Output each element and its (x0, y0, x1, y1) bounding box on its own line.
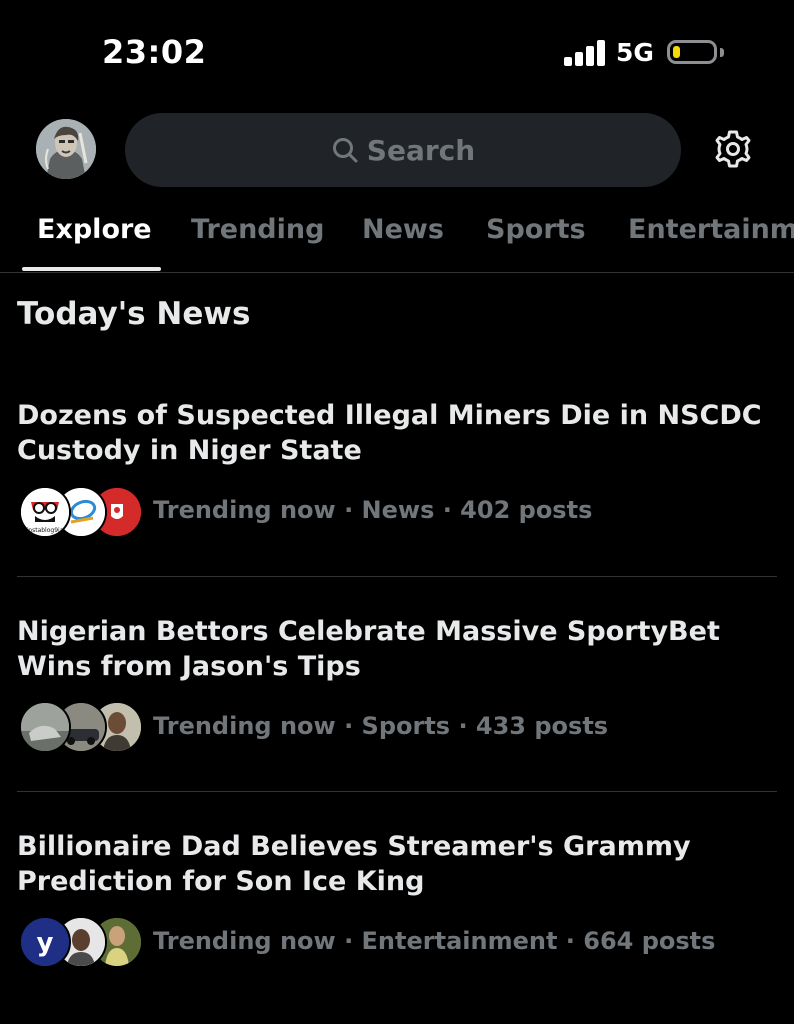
source-avatars: y (19, 916, 143, 968)
news-meta: Trending now · Entertainment · 664 posts (153, 927, 716, 955)
profile-avatar[interactable] (36, 119, 96, 179)
instablog-logo-text: instablog9ja (27, 527, 64, 534)
source-avatars (19, 701, 143, 753)
yabaleft-logo-text: y (37, 928, 54, 958)
news-item[interactable]: Billionaire Dad Believes Streamer's Gram… (0, 829, 794, 1007)
battery-icon (667, 40, 717, 64)
tab-trending[interactable]: Trending (191, 214, 324, 245)
search-content: Search (125, 113, 681, 187)
settings-button[interactable] (712, 128, 754, 170)
news-item[interactable]: Nigerian Bettors Celebrate Massive Sport… (0, 614, 794, 792)
section-title: Today's News (17, 296, 251, 332)
search-placeholder: Search (366, 133, 476, 167)
news-headline[interactable]: Nigerian Bettors Celebrate Massive Sport… (17, 614, 777, 684)
gear-icon (715, 130, 751, 168)
news-meta: Trending now · News · 402 posts (153, 496, 593, 524)
signal-icon (564, 40, 606, 66)
status-time: 23:02 (102, 33, 207, 71)
tab-bar: Explore Trending News Sports Entertainm (0, 200, 794, 273)
source-avatar: y (19, 916, 71, 968)
tab-explore[interactable]: Explore (37, 214, 152, 245)
network-label: 5G (616, 38, 654, 67)
news-meta: Trending now · Sports · 433 posts (153, 712, 609, 740)
tab-sports[interactable]: Sports (486, 214, 586, 245)
divider (17, 576, 777, 577)
divider (17, 791, 777, 792)
source-avatar: instablog9ja (19, 486, 71, 538)
news-item[interactable]: Dozens of Suspected Illegal Miners Die i… (0, 398, 794, 576)
explore-screen: 23:02 5G Search Explore Trending News Sp… (0, 0, 794, 1024)
news-headline[interactable]: Dozens of Suspected Illegal Miners Die i… (17, 398, 777, 468)
source-avatars: instablog9ja (19, 486, 143, 538)
tab-news[interactable]: News (362, 214, 444, 245)
status-bar: 23:02 5G (0, 0, 794, 100)
search-icon (332, 138, 358, 163)
battery-cap (720, 48, 724, 57)
source-avatar (19, 701, 71, 753)
search-input[interactable]: Search (125, 113, 681, 187)
active-tab-indicator (22, 267, 161, 271)
battery-level (673, 46, 680, 58)
news-headline[interactable]: Billionaire Dad Believes Streamer's Gram… (17, 829, 777, 899)
tab-entertainment[interactable]: Entertainm (628, 214, 794, 245)
